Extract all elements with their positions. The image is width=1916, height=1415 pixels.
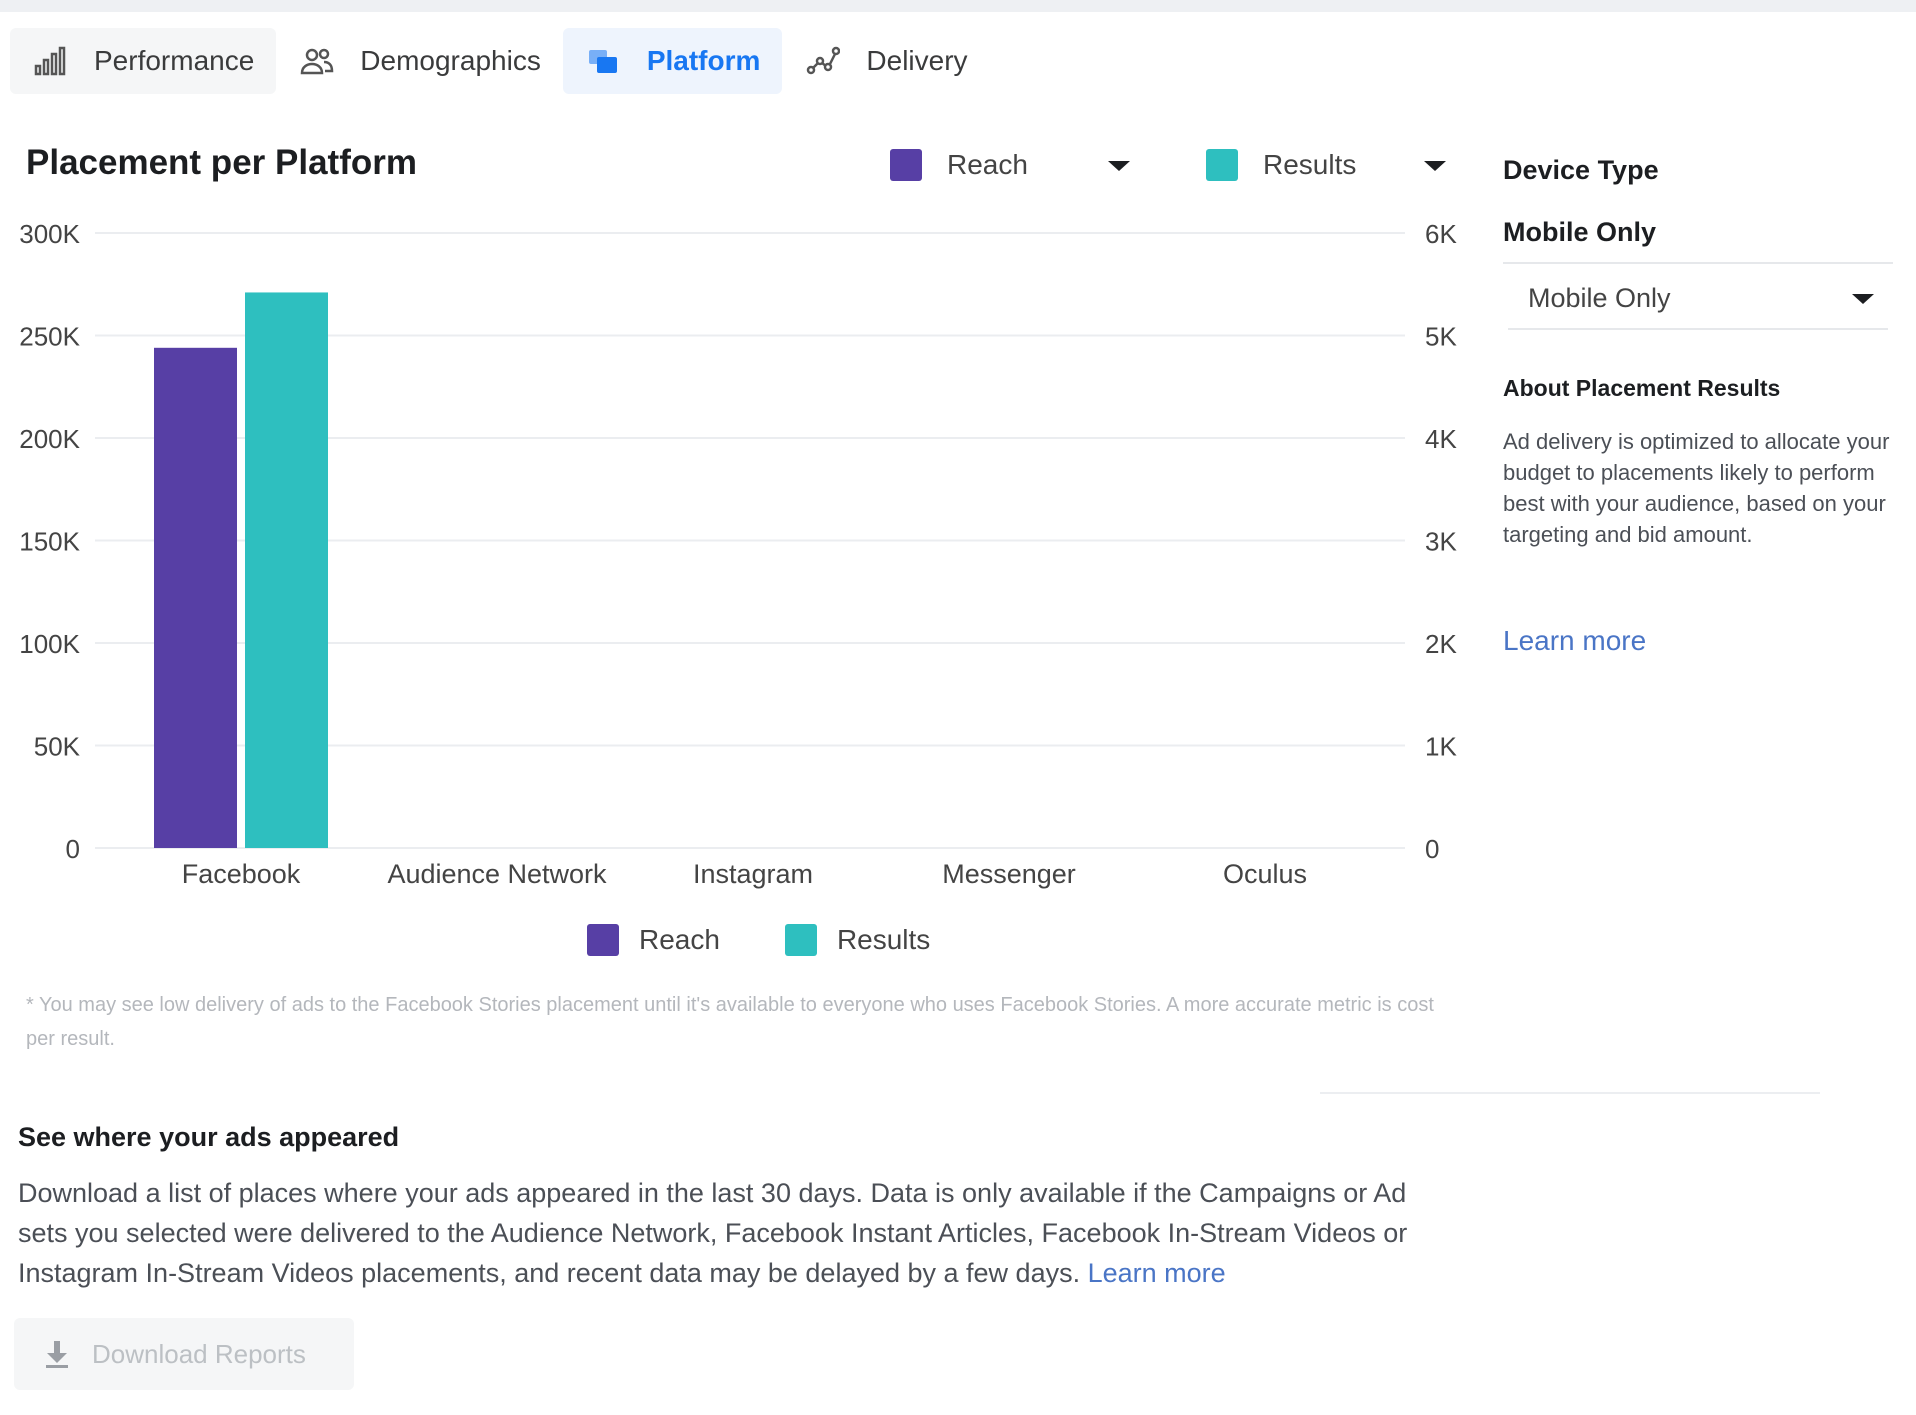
people-icon (298, 42, 336, 80)
x-axis-category-label: Facebook (182, 859, 301, 889)
left-axis-tick-label: 150K (19, 527, 80, 557)
results-swatch (1206, 149, 1238, 181)
about-placement-text: Ad delivery is optimized to allocate you… (1503, 429, 1890, 547)
device-type-dropdown[interactable]: Mobile Only (1508, 268, 1888, 330)
legend-swatch-results (784, 924, 817, 956)
tab-label: Platform (646, 45, 761, 76)
caret-down-icon (1852, 294, 1874, 304)
caret-down-icon (1108, 161, 1130, 171)
chart-legend: Reach Results (587, 924, 995, 956)
right-axis-tick-label: 0 (1425, 834, 1439, 864)
bar-reach-facebook (154, 347, 237, 848)
right-axis-tick-label: 1K (1425, 732, 1457, 762)
right-axis-tick-label: 2K (1425, 629, 1457, 659)
legend-item-results[interactable]: Results (784, 924, 931, 956)
top-band (0, 0, 1916, 12)
bar-results-facebook (245, 292, 328, 848)
x-axis-category-label: Audience Network (387, 859, 607, 889)
device-type-dropdown-value: Mobile Only (1528, 282, 1671, 313)
left-axis-tick-label: 250K (19, 322, 80, 352)
reach-metric-dropdown[interactable]: Reach (876, 135, 1146, 195)
right-axis-tick-label: 6K (1425, 219, 1457, 249)
tab-demographics[interactable]: Demographics (276, 28, 563, 94)
tab-label: Demographics (360, 45, 541, 76)
chart-title: Placement per Platform (26, 143, 417, 182)
device-type-title: Device Type (1503, 155, 1659, 185)
left-axis-tick-label: 200K (19, 424, 80, 454)
reach-metric-label: Reach (947, 149, 1028, 180)
tab-platform[interactable]: Platform (562, 28, 783, 94)
platform-icon (585, 42, 623, 80)
legend-label-results: Results (836, 924, 931, 955)
results-metric-dropdown[interactable]: Results (1192, 135, 1462, 195)
right-axis-tick-label: 5K (1425, 322, 1457, 352)
right-axis-tick-label: 4K (1425, 424, 1457, 454)
x-axis-category-label: Oculus (1223, 859, 1307, 889)
legend-swatch-reach (587, 924, 619, 956)
placement-chart: 0 0 50K 1K 100K 2K 150K 3K 200K 4K 250K 5K 300K 6K Fac… (19, 219, 1457, 889)
x-axis-category-label: Instagram (693, 859, 813, 889)
reach-swatch (890, 149, 922, 181)
section-learn-more-link[interactable]: Learn more (1088, 1258, 1226, 1288)
divider (1503, 262, 1893, 264)
left-axis-tick-label: 300K (19, 219, 80, 249)
tab-performance[interactable]: Performance (10, 28, 277, 94)
tab-delivery[interactable]: Delivery (782, 28, 989, 94)
download-icon (44, 1339, 70, 1369)
divider (1320, 1092, 1820, 1094)
learn-more-link[interactable]: Learn more (1503, 625, 1646, 657)
caret-down-icon (1424, 161, 1446, 171)
bar-chart-icon (32, 42, 70, 80)
download-reports-button[interactable]: Download Reports (14, 1318, 354, 1390)
left-axis-tick-label: 100K (19, 629, 80, 659)
legend-item-reach[interactable]: Reach (587, 924, 720, 956)
device-type-value: Mobile Only (1503, 217, 1657, 247)
results-metric-label: Results (1263, 149, 1357, 180)
right-axis-tick-label: 3K (1425, 527, 1457, 557)
x-axis-category-label: Messenger (942, 859, 1076, 889)
tab-label: Performance (94, 45, 255, 76)
section-body: Download a list of places where your ads… (18, 1173, 1438, 1293)
tab-label: Delivery (866, 45, 968, 76)
delivery-icon (804, 42, 842, 80)
download-reports-label: Download Reports (92, 1338, 306, 1369)
section-title: See where your ads appeared (18, 1122, 400, 1152)
legend-label-reach: Reach (639, 924, 720, 955)
report-tabs: Performance Demographics Platform Delive… (10, 28, 990, 94)
left-axis-tick-label: 50K (34, 732, 81, 762)
left-axis-tick-label: 0 (66, 834, 80, 864)
about-placement-title: About Placement Results (1503, 375, 1781, 401)
chart-footnote: * You may see low delivery of ads to the… (26, 994, 1434, 1050)
